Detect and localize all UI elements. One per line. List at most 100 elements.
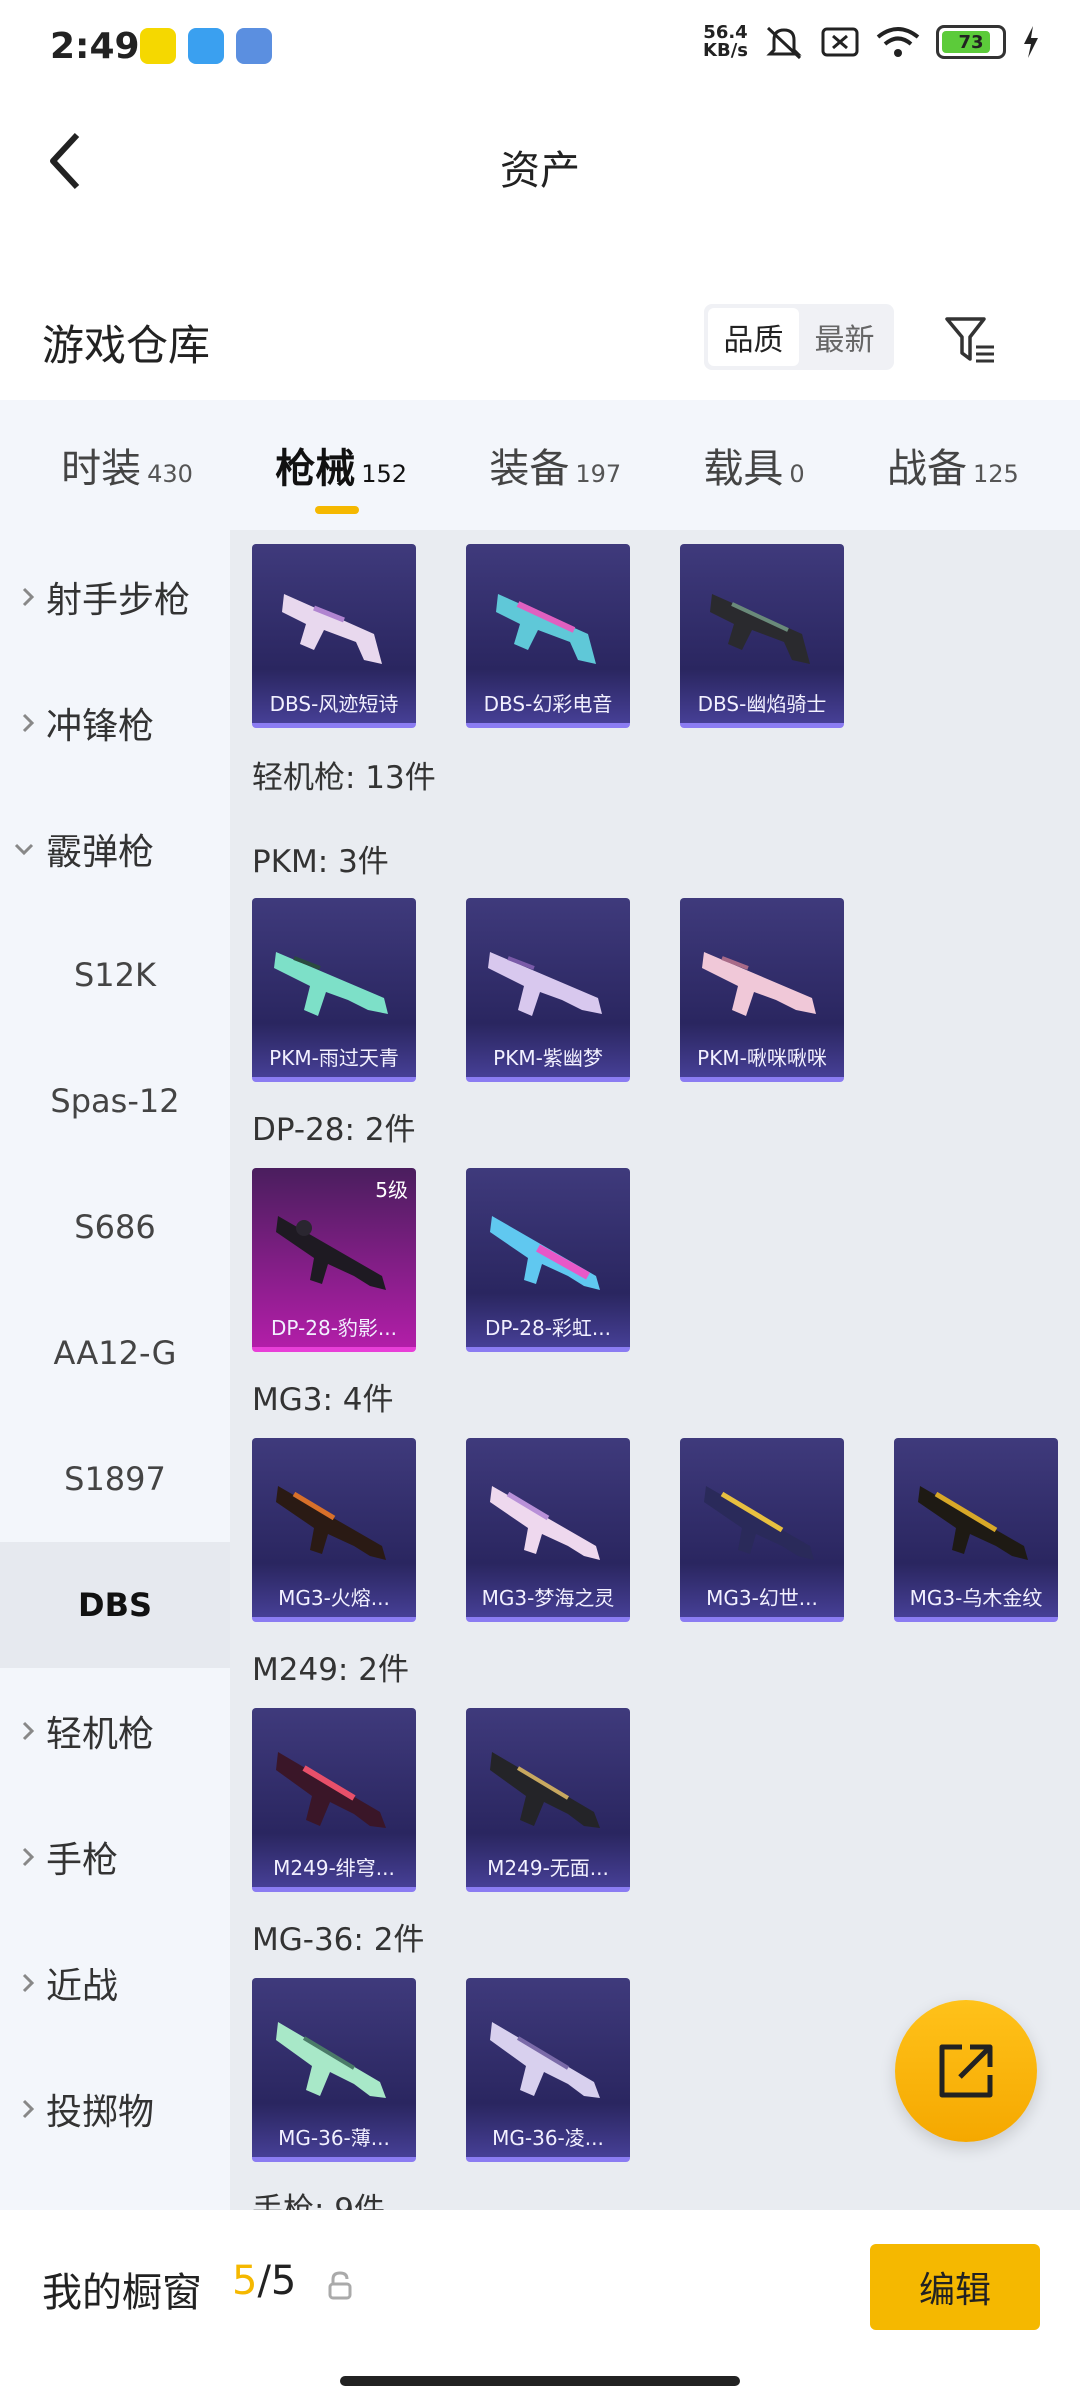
sidebar-item-label: 射手步枪 xyxy=(46,580,191,621)
showcase-bar: 我的橱窗 5/5 编辑 xyxy=(0,2210,1080,2370)
item-card[interactable]: DP-28-彩虹... xyxy=(466,1168,630,1352)
tab-vehicles[interactable]: 载具 0 xyxy=(703,436,804,494)
item-card[interactable]: MG3-乌木金纹 xyxy=(894,1438,1058,1622)
tab-label: 载具 xyxy=(703,446,784,492)
warehouse-title: 游戏仓库 xyxy=(42,321,211,370)
item-grid: DBS-风迹短诗 DBS-幻彩电音 DBS-幽焰骑士 轻机枪: 13件 PKM:… xyxy=(230,530,1080,2210)
sidebar-item-melee[interactable]: 近战 xyxy=(0,1920,230,2046)
weapon-skin-image xyxy=(702,952,816,1016)
sidebar-item-aa12g[interactable]: AA12-G xyxy=(0,1290,230,1416)
item-card[interactable]: PKM-雨过天青 xyxy=(252,898,416,1082)
notification-app-icon xyxy=(188,28,224,64)
chevron-right-icon xyxy=(0,2097,46,2121)
sim-off-icon xyxy=(821,27,859,57)
item-card[interactable]: DBS-幽焰骑士 xyxy=(680,544,844,728)
tab-firearms[interactable]: 枪械 152 xyxy=(275,436,408,514)
weapon-skin-image xyxy=(490,2022,600,2098)
sidebar-item-s686[interactable]: S686 xyxy=(0,1164,230,1290)
sidebar-item-shotgun[interactable]: 霰弹枪 xyxy=(0,786,230,912)
item-name: DBS-幽焰骑士 xyxy=(697,692,827,716)
category-tabs: 时装 430 枪械 152 装备 197 载具 0 战备 125 xyxy=(0,400,1080,530)
weapon-skin-image xyxy=(276,1216,386,1290)
tab-count: 430 xyxy=(147,460,193,488)
chevron-right-icon xyxy=(0,585,46,609)
item-name: MG-36-薄... xyxy=(278,2126,390,2150)
filter-icon xyxy=(945,317,994,363)
item-card[interactable]: MG3-火熔... xyxy=(252,1438,416,1622)
mute-icon xyxy=(766,26,802,60)
sidebar-item-throwable[interactable]: 投掷物 xyxy=(0,2046,230,2172)
item-name: M249-无面... xyxy=(487,1856,609,1880)
sort-toggle: 品质 最新 xyxy=(704,304,894,370)
sidebar-item-label: 轻机枪 xyxy=(46,1714,155,1755)
item-card[interactable]: M249-无面... xyxy=(466,1708,630,1892)
tab-count: 125 xyxy=(972,460,1019,488)
item-card[interactable]: MG3-梦海之灵 xyxy=(466,1438,630,1622)
sidebar-item-smg[interactable]: 冲锋枪 xyxy=(0,660,230,786)
item-name: PKM-紫幽梦 xyxy=(493,1046,603,1070)
tab-supplies[interactable]: 战备 125 xyxy=(887,436,1019,494)
sidebar-item-s1897[interactable]: S1897 xyxy=(0,1416,230,1542)
filter-button[interactable] xyxy=(940,310,1000,370)
sidebar-item-spas12[interactable]: Spas-12 xyxy=(0,1038,230,1164)
chevron-right-icon xyxy=(0,711,46,735)
group-title: DP-28: 2件 xyxy=(252,1112,416,1148)
item-name: MG3-乌木金纹 xyxy=(909,1586,1043,1610)
tab-label: 装备 xyxy=(489,446,570,492)
share-button[interactable] xyxy=(895,2000,1037,2142)
item-name: MG3-火熔... xyxy=(278,1586,390,1610)
tab-label: 时装 xyxy=(61,446,142,492)
weapon-skin-image xyxy=(274,952,388,1016)
showcase-total: /5 xyxy=(257,2258,297,2304)
sidebar-item-lmg[interactable]: 轻机枪 xyxy=(0,1668,230,1794)
home-indicator[interactable] xyxy=(340,2376,740,2386)
external-link-icon xyxy=(939,2044,993,2098)
tab-fashion[interactable]: 时装 430 xyxy=(61,436,193,494)
tab-count: 152 xyxy=(361,460,408,488)
warehouse-row: 游戏仓库 品质 最新 xyxy=(0,290,1080,390)
group-title: PKM: 3件 xyxy=(252,844,389,880)
tab-label: 战备 xyxy=(886,446,967,492)
weapon-skin-image xyxy=(490,1752,600,1828)
sidebar-item-pistol[interactable]: 手枪 xyxy=(0,1794,230,1920)
status-bar: 2:49 56.4 KB/s 73 xyxy=(0,0,1080,96)
item-name: DBS-幻彩电音 xyxy=(483,692,613,716)
sort-newest[interactable]: 最新 xyxy=(799,308,890,366)
wrench-icon xyxy=(236,28,272,64)
active-tab-indicator xyxy=(315,506,360,514)
item-card[interactable]: PKM-啾咪啾咪 xyxy=(680,898,844,1082)
tab-label: 枪械 xyxy=(275,446,356,492)
item-name: M249-绯穹... xyxy=(273,1856,395,1880)
item-card[interactable]: MG3-幻世... xyxy=(680,1438,844,1622)
item-card[interactable]: M249-绯穹... xyxy=(252,1708,416,1892)
weapon-type-sidebar: 射手步枪 冲锋枪 霰弹枪 S12K Spas-12 S686 AA12-G S1… xyxy=(0,530,230,2210)
item-name: MG3-梦海之灵 xyxy=(481,1586,615,1610)
weapon-skin-image xyxy=(710,594,810,664)
item-card[interactable]: 5级 DP-28-豹影... xyxy=(252,1168,416,1352)
sidebar-item-label: 手枪 xyxy=(46,1840,119,1881)
edit-button[interactable]: 编辑 xyxy=(870,2244,1040,2330)
battery-level: 73 xyxy=(958,31,984,53)
item-name: PKM-啾咪啾咪 xyxy=(697,1046,827,1070)
item-card[interactable]: DBS-幻彩电音 xyxy=(466,544,630,728)
status-indicators: 56.4 KB/s 73 xyxy=(703,24,1040,60)
sidebar-item-label: 冲锋枪 xyxy=(46,706,155,747)
weapon-skin-image xyxy=(488,952,602,1016)
weapon-skin-image xyxy=(496,594,596,664)
sidebar-item-s12k[interactable]: S12K xyxy=(0,912,230,1038)
item-card[interactable]: MG-36-薄... xyxy=(252,1978,416,2162)
item-name: MG3-幻世... xyxy=(706,1586,818,1610)
chevron-right-icon xyxy=(0,1845,46,1869)
tab-count: 197 xyxy=(575,460,622,488)
sidebar-item-marksman-rifle[interactable]: 射手步枪 xyxy=(0,534,230,660)
item-card[interactable]: PKM-紫幽梦 xyxy=(466,898,630,1082)
item-card[interactable]: MG-36-凌... xyxy=(466,1978,630,2162)
tab-equipment[interactable]: 装备 197 xyxy=(489,436,621,494)
item-card[interactable]: DBS-风迹短诗 xyxy=(252,544,416,728)
group-title: 手枪: 9件 xyxy=(252,2192,386,2210)
status-time: 2:49 xyxy=(50,26,140,67)
weapon-skin-image xyxy=(276,2022,386,2098)
weapon-skin-image xyxy=(276,1752,386,1828)
sort-quality[interactable]: 品质 xyxy=(708,308,799,366)
sidebar-item-dbs[interactable]: DBS xyxy=(0,1542,230,1668)
